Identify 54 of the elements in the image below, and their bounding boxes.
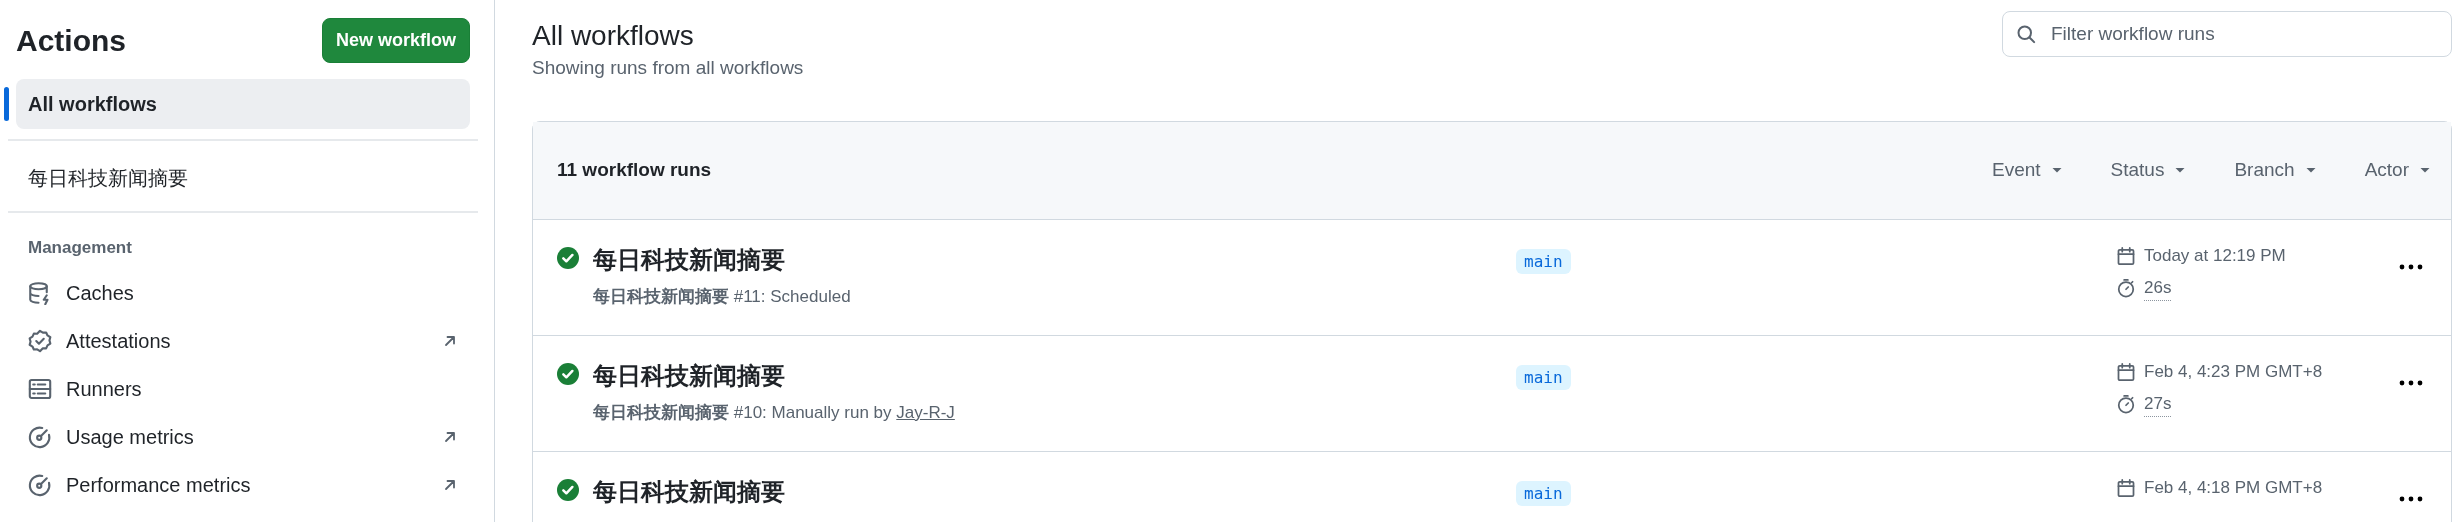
run-description: 每日科技新闻摘要 #11: Scheduled xyxy=(593,286,851,306)
ellipsis-icon xyxy=(2399,495,2423,502)
page-heading: Actions xyxy=(16,23,126,59)
search-icon xyxy=(2016,24,2036,44)
stopwatch-icon xyxy=(2116,277,2136,298)
run-title[interactable]: 每日科技新闻摘要 xyxy=(593,357,1516,394)
filter-dropdown[interactable]: Event xyxy=(1991,156,2065,185)
management-nav-item[interactable]: Attestations xyxy=(16,316,470,365)
search-field[interactable]: Filter workflow runs xyxy=(2002,11,2452,57)
run-title[interactable]: 每日科技新闻摘要 xyxy=(593,473,1516,510)
nav-item-label: Performance metrics xyxy=(66,472,251,498)
calendar-icon xyxy=(2116,477,2136,498)
nav-item-label: Runners xyxy=(66,376,142,402)
management-nav-item[interactable]: Runners xyxy=(16,364,470,413)
page-subtitle: Showing runs from all workflows xyxy=(532,56,804,81)
run-title[interactable]: 每日科技新闻摘要 xyxy=(593,241,1516,278)
branch-label[interactable]: main xyxy=(1516,364,1571,390)
filter-dropdown[interactable]: Actor xyxy=(2364,156,2433,185)
gauge-icon xyxy=(28,472,52,497)
run-date: Feb 4, 4:23 PM GMT+8 xyxy=(2144,361,2323,384)
management-nav-item[interactable]: Performance metrics xyxy=(16,460,470,509)
branch-label[interactable]: main xyxy=(1516,480,1571,506)
workflow-run-row[interactable]: 每日科技新闻摘要 main Feb 4, 4:18 PM GMT+8 xyxy=(533,451,2451,522)
run-description: 每日科技新闻摘要 #10: Manually run by xyxy=(593,402,892,422)
workflow-nav-item[interactable]: 每日科技新闻摘要 xyxy=(16,153,470,203)
gauge-icon xyxy=(28,424,52,449)
workflow-run-row[interactable]: 每日科技新闻摘要 每日科技新闻摘要 #10: Manually run by Jay-R-J main Feb 4, 4:23 PM GMT+8 27s xyxy=(533,335,2451,452)
ellipsis-icon xyxy=(2399,379,2423,386)
nav-item-label: Usage metrics xyxy=(66,424,194,450)
filter-dropdown[interactable]: Status xyxy=(2110,156,2189,185)
management-nav-item[interactable]: Caches xyxy=(16,268,470,317)
workflow-nav-item[interactable]: All workflows xyxy=(16,79,470,129)
nav-item-label: Attestations xyxy=(66,328,171,354)
run-date: Today at 12:19 PM xyxy=(2144,245,2286,268)
selection-indicator xyxy=(4,87,9,121)
run-duration: 26s xyxy=(2144,274,2172,302)
runs-count: 11 workflow runs xyxy=(557,158,712,183)
page-title: All workflows xyxy=(532,19,695,53)
branch-label[interactable]: main xyxy=(1516,248,1571,274)
section-heading: Management xyxy=(27,237,133,259)
server-icon xyxy=(28,376,52,401)
calendar-icon xyxy=(2116,361,2136,382)
stopwatch-icon xyxy=(2116,393,2136,414)
workflow-run-row[interactable]: 每日科技新闻摘要 每日科技新闻摘要 #11: Scheduled main Today at 12:19 PM 26s xyxy=(533,219,2451,336)
badge-check-icon xyxy=(28,328,52,353)
ellipsis-icon xyxy=(2399,263,2423,270)
nav-item-label: Caches xyxy=(66,280,134,306)
actor-link[interactable]: Jay-R-J xyxy=(896,402,955,422)
run-duration: 27s xyxy=(2144,390,2172,418)
new-workflow-button[interactable]: New workflow xyxy=(322,18,470,63)
run-date: Feb 4, 4:18 PM GMT+8 xyxy=(2144,477,2323,500)
filter-dropdown[interactable]: Branch xyxy=(2234,156,2319,185)
calendar-icon xyxy=(2116,245,2136,266)
management-nav-item[interactable]: Usage metrics xyxy=(16,412,470,461)
